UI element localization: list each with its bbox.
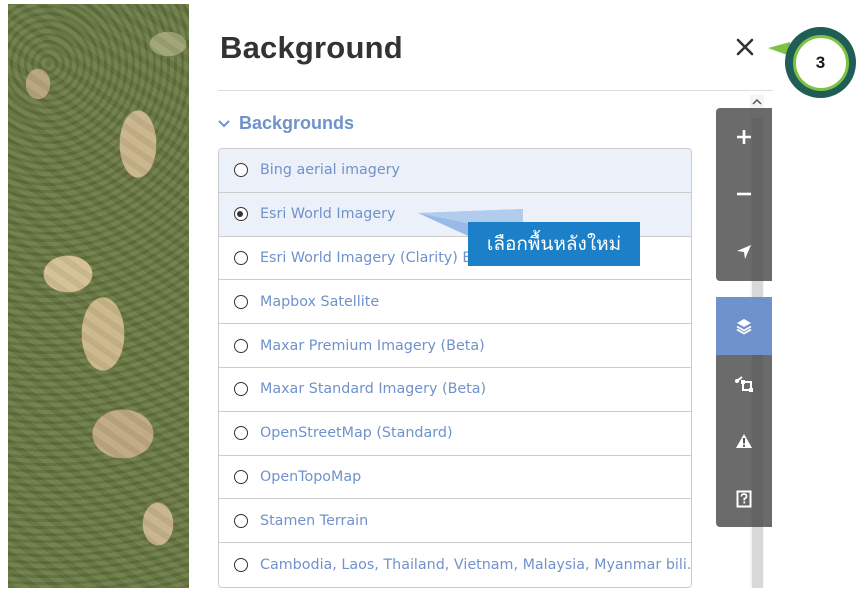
background-option-label: Stamen Terrain: [260, 512, 369, 529]
radio-checked-icon[interactable]: [234, 207, 248, 222]
background-option[interactable]: Maxar Premium Imagery (Beta): [219, 324, 691, 368]
map-panel-controls: [716, 297, 772, 528]
zoom-out-button[interactable]: [716, 166, 772, 224]
scroll-up-icon[interactable]: [751, 95, 763, 107]
geolocate-icon: [737, 244, 751, 259]
background-option-label: OpenStreetMap (Standard): [260, 425, 453, 442]
zoom-in-button[interactable]: [716, 108, 772, 166]
radio-unchecked-icon[interactable]: [234, 338, 248, 353]
background-option[interactable]: Bing aerial imagery: [219, 149, 691, 193]
section-label: Backgrounds: [239, 113, 355, 133]
background-option[interactable]: Mapbox Satellite: [219, 280, 691, 325]
background-option[interactable]: Maxar Standard Imagery (Beta): [219, 367, 691, 412]
issues-button[interactable]: [716, 412, 772, 470]
radio-unchecked-icon[interactable]: [234, 558, 248, 573]
instruction-callout: เลือกพื้นหลังใหม่: [468, 222, 640, 266]
background-option[interactable]: OpenStreetMap (Standard): [219, 411, 691, 456]
radio-unchecked-icon[interactable]: [234, 513, 248, 528]
screenshot: Background Backgrounds Bing aerial image…: [0, 0, 858, 595]
step-badge: 3: [785, 27, 856, 98]
backgrounds-section-toggle[interactable]: Backgrounds: [218, 113, 354, 134]
map-data-button[interactable]: [716, 355, 772, 413]
zoom-out-icon: [737, 193, 751, 196]
radio-unchecked-icon[interactable]: [234, 382, 248, 397]
background-option[interactable]: Stamen Terrain: [219, 499, 691, 544]
background-option-label: Maxar Standard Imagery (Beta): [260, 381, 487, 398]
background-option[interactable]: OpenTopoMap: [219, 455, 691, 500]
radio-unchecked-icon[interactable]: [234, 250, 248, 265]
satellite-map[interactable]: [8, 4, 189, 588]
background-option-label: Mapbox Satellite: [260, 293, 380, 310]
map-data-icon: [735, 376, 753, 393]
radio-unchecked-icon[interactable]: [234, 163, 248, 178]
geolocate-button[interactable]: [716, 223, 772, 281]
background-option-label: Bing aerial imagery: [260, 162, 401, 179]
issues-icon: [736, 433, 752, 448]
radio-unchecked-icon[interactable]: [234, 469, 248, 484]
panel-title: Background: [220, 30, 403, 65]
background-option-label: Cambodia, Laos, Thailand, Vietnam, Malay…: [260, 557, 692, 574]
background-panel: Background Backgrounds Bing aerial image…: [189, 4, 773, 588]
background-option-label: OpenTopoMap: [260, 468, 362, 485]
background-option-label: Maxar Premium Imagery (Beta): [260, 337, 485, 354]
step-number: 3: [792, 34, 849, 91]
radio-unchecked-icon[interactable]: [234, 294, 248, 309]
header-divider: [218, 90, 773, 91]
help-button[interactable]: [716, 470, 772, 528]
help-icon: [736, 490, 752, 508]
close-icon: [736, 38, 754, 56]
background-layers-button[interactable]: [716, 297, 772, 355]
zoom-in-icon: [737, 129, 751, 144]
radio-unchecked-icon[interactable]: [234, 426, 248, 441]
background-option[interactable]: Cambodia, Laos, Thailand, Vietnam, Malay…: [219, 543, 691, 587]
close-button[interactable]: [732, 34, 758, 60]
map-zoom-controls: [716, 108, 772, 281]
background-option-label: Esri World Imagery: [260, 206, 396, 223]
layers-icon: [736, 318, 752, 335]
chevron-down-icon: [218, 119, 230, 127]
